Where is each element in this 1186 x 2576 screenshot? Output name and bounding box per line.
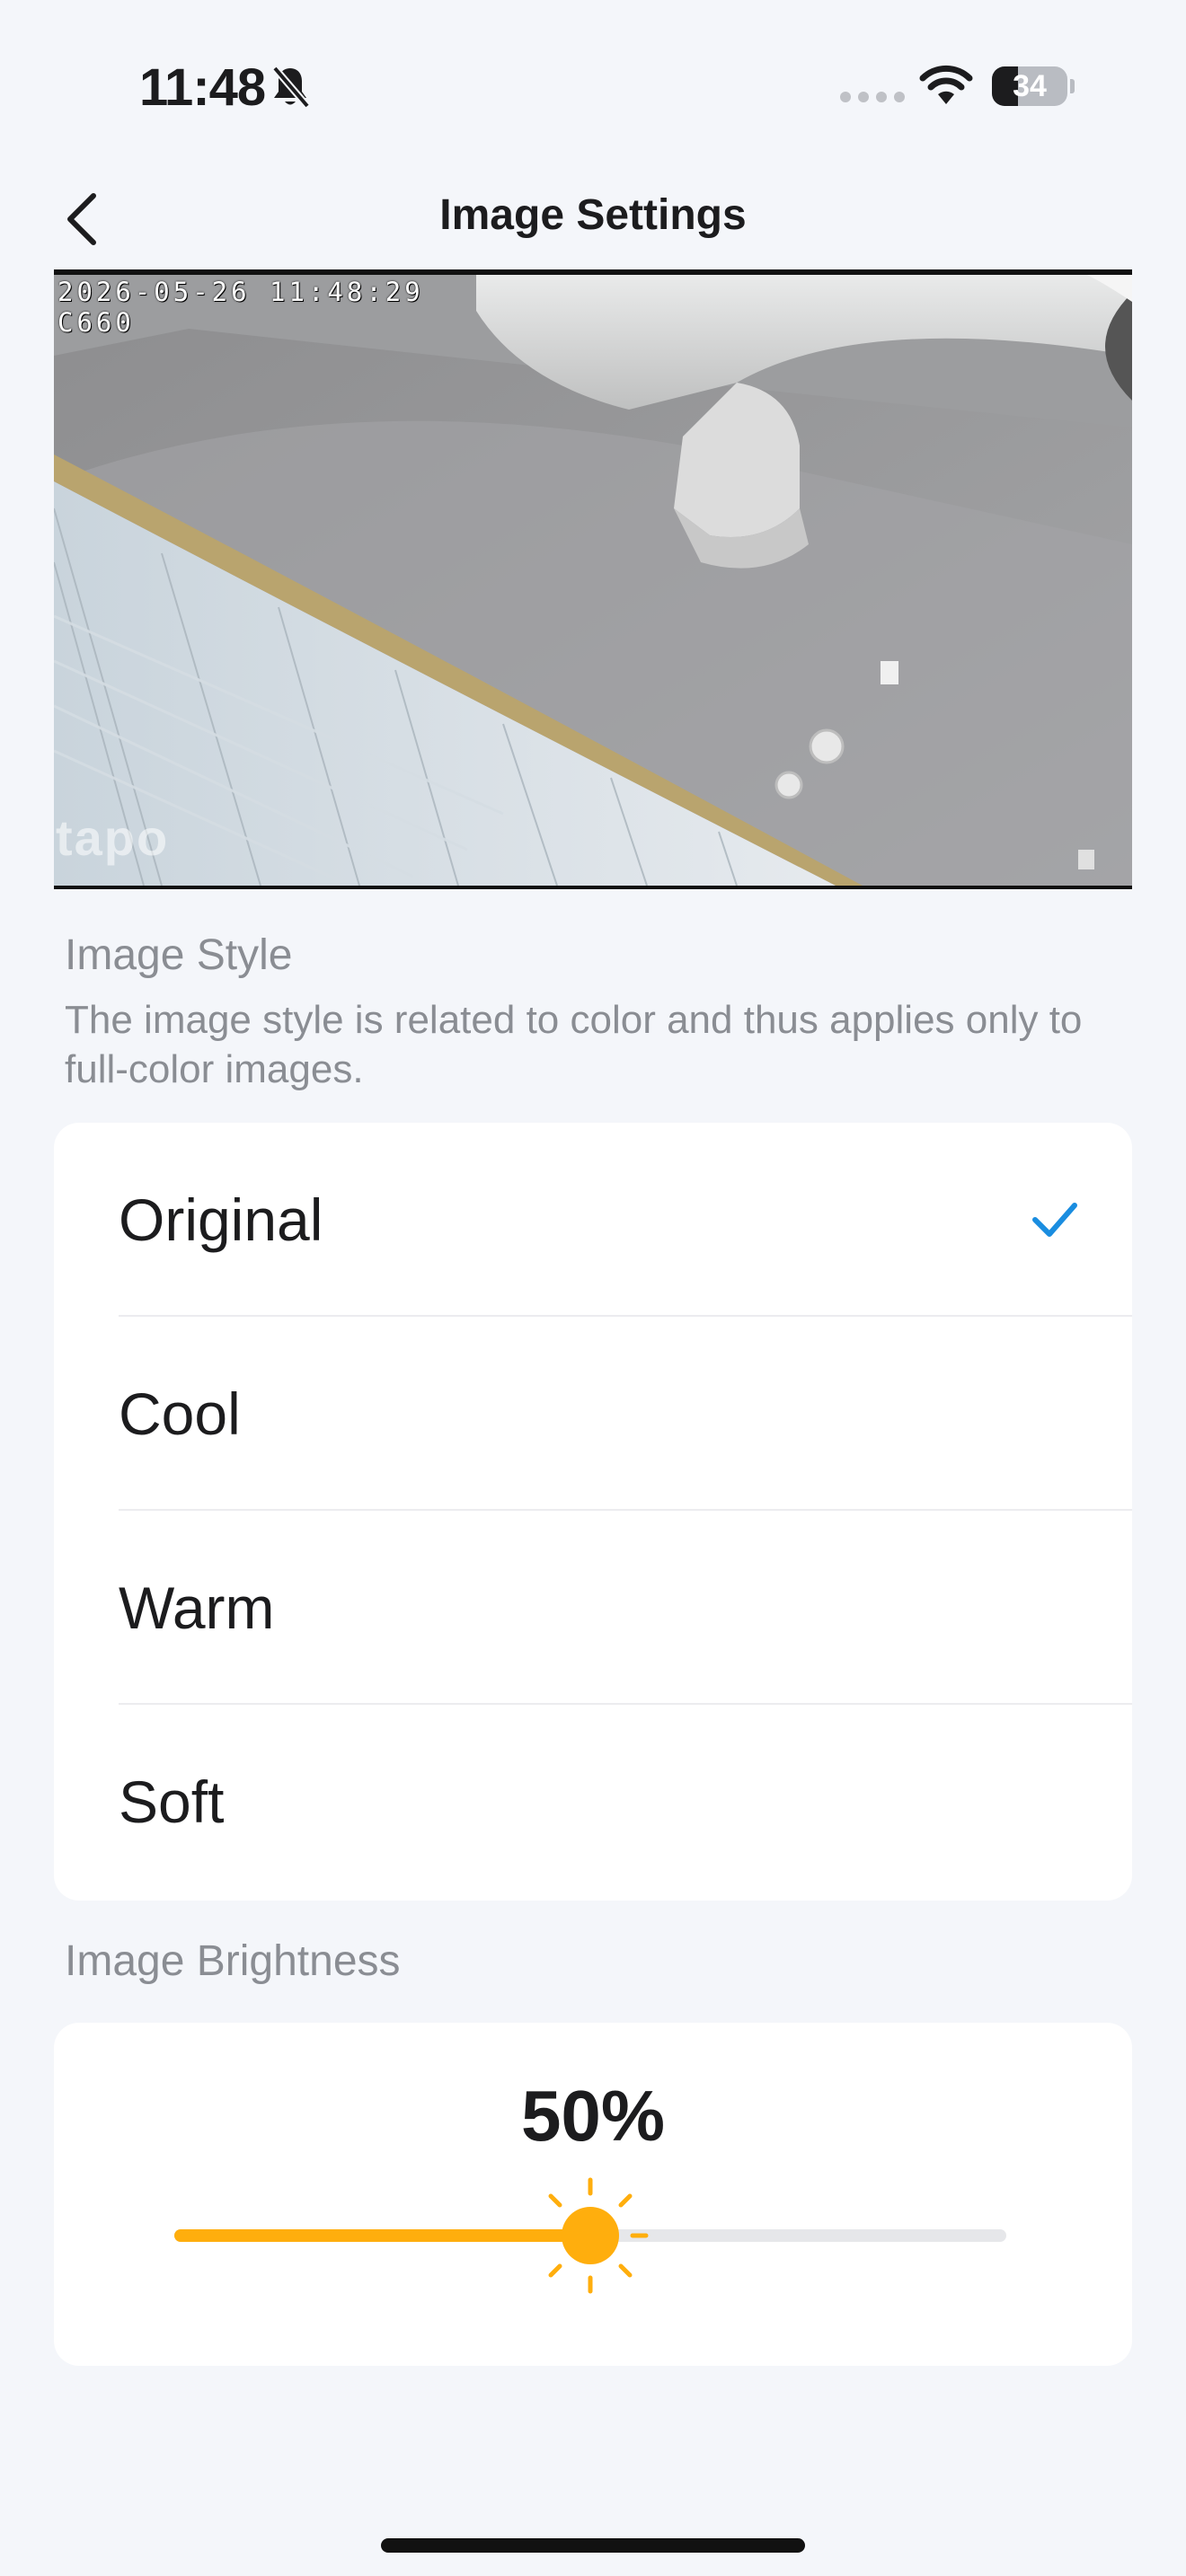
camera-feed-image bbox=[54, 275, 1132, 886]
style-option-label: Warm bbox=[119, 1575, 275, 1641]
slider-track-fill bbox=[174, 2229, 590, 2242]
preview-osd: 2026-05-26 11:48:29 C660 bbox=[58, 277, 424, 338]
style-option-label: Soft bbox=[119, 1769, 225, 1835]
preview-watermark: tapo bbox=[56, 809, 170, 866]
bell-slash-icon bbox=[271, 66, 311, 109]
style-option-original[interactable]: Original bbox=[54, 1123, 1132, 1317]
home-indicator[interactable] bbox=[381, 2538, 805, 2553]
battery-level: 34 bbox=[1013, 69, 1047, 103]
image-style-list: Original Cool Warm Soft bbox=[54, 1123, 1132, 1901]
style-option-label: Cool bbox=[119, 1381, 241, 1447]
style-option-warm[interactable]: Warm bbox=[54, 1511, 1132, 1705]
style-option-label: Original bbox=[119, 1187, 323, 1253]
preview-camera-model: C660 bbox=[58, 307, 135, 338]
style-option-soft[interactable]: Soft bbox=[54, 1705, 1132, 1899]
image-brightness-card: 50% bbox=[54, 2023, 1132, 2366]
style-option-cool[interactable]: Cool bbox=[54, 1317, 1132, 1511]
nav-bar: Image Settings bbox=[0, 171, 1186, 269]
battery-icon: 34 bbox=[992, 66, 1075, 106]
image-style-description: The image style is related to color and … bbox=[65, 998, 1083, 1091]
status-bar: 11:48 34 bbox=[0, 0, 1186, 171]
brightness-value: 50% bbox=[520, 2076, 666, 2156]
cellular-dots-icon bbox=[840, 92, 905, 102]
checkmark-icon bbox=[1032, 1203, 1077, 1237]
image-brightness-heading: Image Brightness bbox=[65, 1937, 401, 1985]
status-time: 11:48 bbox=[139, 58, 266, 117]
page-title: Image Settings bbox=[439, 191, 747, 239]
camera-preview[interactable]: 2026-05-26 11:48:29 C660 tapo bbox=[54, 269, 1132, 889]
preview-timestamp: 2026-05-26 11:48:29 bbox=[58, 277, 424, 307]
image-style-heading: Image Style bbox=[65, 931, 293, 979]
brightness-slider[interactable] bbox=[174, 2177, 1073, 2294]
wifi-icon bbox=[919, 65, 973, 104]
sun-icon[interactable] bbox=[532, 2177, 649, 2294]
